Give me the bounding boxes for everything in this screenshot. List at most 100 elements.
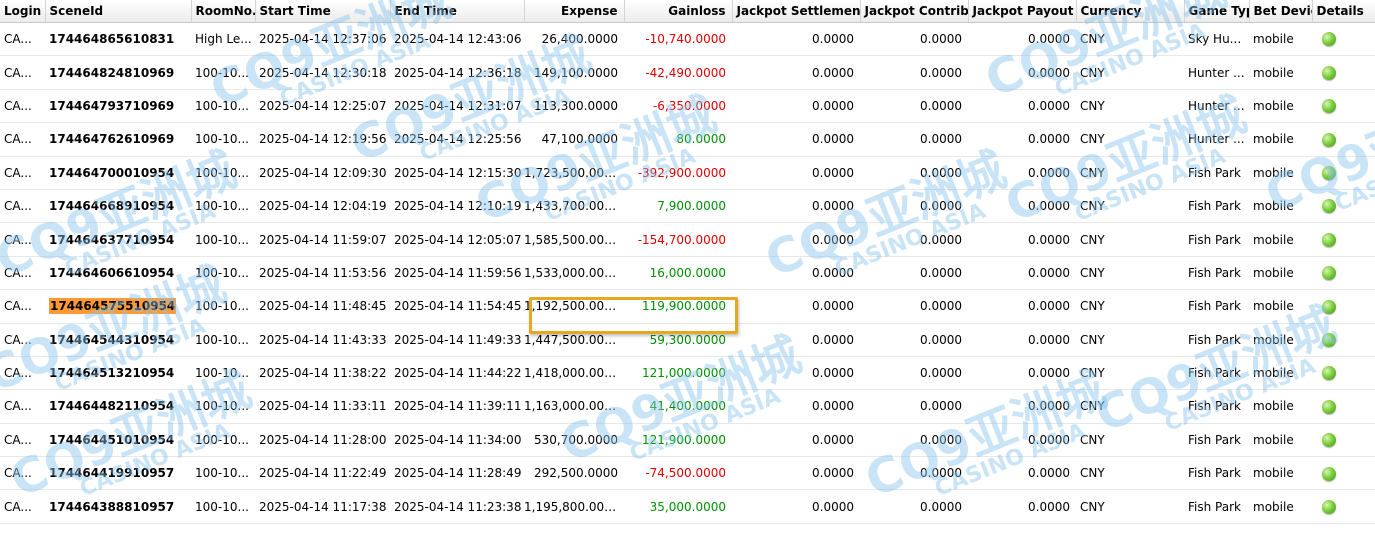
details-icon[interactable] — [1322, 99, 1336, 114]
details-icon[interactable] — [1322, 499, 1336, 514]
expense-cell: 1,447,500.0000 — [524, 323, 624, 357]
column-header-scene-id[interactable]: SceneId — [45, 0, 192, 23]
expense-cell: 26,400.0000 — [524, 22, 624, 57]
details-icon[interactable] — [1322, 199, 1336, 214]
table-row[interactable]: CA... 174464762610969 100-10... 2025-04-14 … — [0, 122, 1375, 157]
details-icon[interactable] — [1322, 232, 1336, 247]
details-icon[interactable] — [1322, 132, 1336, 147]
login-cell: CA... — [0, 423, 45, 458]
table-row[interactable]: CA... 174464824810969 100-10... 2025-04-14 … — [0, 55, 1375, 90]
table-row[interactable]: CA... 174464482110954 100-10... 2025-04-14 … — [0, 389, 1375, 424]
game-type-cell: Hunter ... — [1184, 89, 1249, 124]
details-cell[interactable] — [1312, 456, 1375, 491]
details-icon[interactable] — [1322, 399, 1336, 414]
jackpot-payout-cell: 0.0000 — [968, 389, 1076, 424]
column-header-bet-device[interactable]: Bet Devic — [1249, 0, 1313, 23]
details-icon[interactable] — [1322, 366, 1336, 381]
table-row[interactable]: CA... 174464451010954 100-10... 2025-04-14 … — [0, 423, 1375, 458]
table-row[interactable]: CA... 174464668910954 100-10... 2025-04-14 … — [0, 189, 1375, 224]
column-header-jackpot-contribution[interactable]: Jackpot Contribu — [860, 0, 969, 23]
table-row[interactable]: CA... 174464637710954 100-10... 2025-04-14 … — [0, 222, 1375, 257]
jackpot-settlement-cell: 0.0000 — [732, 323, 860, 357]
details-icon[interactable] — [1322, 466, 1336, 481]
room-no-cell: 100-10... — [191, 323, 255, 357]
currency-cell: CNY — [1076, 156, 1184, 190]
scene-id-cell: 174464700010954 — [45, 156, 191, 190]
table-row[interactable]: CA... 174464700010954 100-10... 2025-04-14 … — [0, 156, 1375, 190]
room-no-cell: 100-10... — [191, 222, 255, 257]
bet-device-cell: mobile — [1249, 156, 1312, 190]
table-row[interactable]: CA... 174464419910957 100-10... 2025-04-14 … — [0, 456, 1375, 491]
bet-device-cell: mobile — [1249, 189, 1312, 224]
jackpot-payout-cell: 0.0000 — [968, 323, 1076, 357]
expense-cell: 1,195,800.0000 — [524, 489, 624, 524]
column-header-jackpot-payout[interactable]: Jackpot Payout — [968, 0, 1077, 23]
gainloss-cell: 121,000.0000 — [624, 356, 732, 391]
table-row[interactable]: CA... 174464865610831 High Le... 2025-04-14… — [0, 22, 1375, 57]
column-header-details[interactable]: Details — [1312, 0, 1375, 23]
details-cell[interactable] — [1312, 256, 1375, 291]
column-header-start-time[interactable]: Start Time — [255, 0, 391, 23]
table-row[interactable]: CA... 174464606610954 100-10... 2025-04-14 … — [0, 256, 1375, 291]
bet-device-cell: mobile — [1249, 456, 1312, 491]
details-cell[interactable] — [1312, 122, 1375, 157]
table-row[interactable]: CA... 174464793710969 100-10... 2025-04-14 … — [0, 89, 1375, 124]
jackpot-settlement-cell: 0.0000 — [732, 356, 860, 391]
jackpot-payout-cell: 0.0000 — [968, 256, 1076, 291]
details-icon[interactable] — [1322, 166, 1336, 180]
jackpot-settlement-cell: 0.0000 — [732, 423, 860, 458]
table-row[interactable]: CA... 174464544310954 100-10... 2025-04-14 … — [0, 323, 1375, 357]
gainloss-cell: 59,300.0000 — [624, 323, 732, 357]
details-cell[interactable] — [1312, 389, 1375, 424]
details-icon[interactable] — [1322, 299, 1336, 314]
expense-cell: 1,585,500.0000 — [524, 222, 624, 257]
start-time-cell: 2025-04-14 11:17:38 — [255, 489, 390, 524]
column-header-expense[interactable]: Expense — [524, 0, 625, 23]
details-icon[interactable] — [1322, 266, 1336, 281]
table-row[interactable]: CA... 174464575510954 100-10... 2025-04-14 … — [0, 289, 1375, 324]
jackpot-contribution-cell: 0.0000 — [860, 356, 968, 391]
details-cell[interactable] — [1312, 222, 1375, 257]
details-icon[interactable] — [1322, 32, 1336, 47]
details-cell[interactable] — [1312, 156, 1375, 190]
column-header-room-no[interactable]: RoomNo... — [191, 0, 256, 23]
jackpot-settlement-cell: 0.0000 — [732, 122, 860, 157]
column-header-jackpot-settlement[interactable]: Jackpot Settlement — [732, 0, 861, 23]
details-cell[interactable] — [1312, 423, 1375, 458]
details-icon[interactable] — [1322, 332, 1336, 347]
details-cell[interactable] — [1312, 189, 1375, 224]
details-cell[interactable] — [1312, 323, 1375, 357]
scene-id-cell: 174464793710969 — [45, 89, 191, 124]
details-cell[interactable] — [1312, 356, 1375, 391]
login-cell: CA... — [0, 89, 45, 124]
jackpot-payout-cell: 0.0000 — [968, 356, 1076, 391]
details-icon[interactable] — [1322, 65, 1336, 80]
details-cell[interactable] — [1312, 489, 1375, 524]
details-cell[interactable] — [1312, 55, 1375, 90]
column-header-gainloss[interactable]: Gainloss — [624, 0, 733, 23]
game-type-cell: Fish Park — [1184, 423, 1249, 458]
gainloss-cell: 35,000.0000 — [624, 489, 732, 524]
details-cell[interactable] — [1312, 89, 1375, 124]
table-row[interactable]: CA... 174464513210954 100-10... 2025-04-14 … — [0, 356, 1375, 391]
jackpot-payout-cell: 0.0000 — [968, 189, 1076, 224]
details-icon[interactable] — [1322, 433, 1336, 448]
column-header-end-time[interactable]: End Time — [390, 0, 525, 23]
login-cell: CA... — [0, 189, 45, 224]
table-row[interactable]: CA... 174464388810957 100-10... 2025-04-14 … — [0, 489, 1375, 524]
jackpot-settlement-cell: 0.0000 — [732, 55, 860, 90]
details-cell[interactable] — [1312, 289, 1375, 324]
expense-cell: 1,192,500.0000 — [524, 289, 624, 324]
currency-cell: CNY — [1076, 222, 1184, 257]
column-header-game-type[interactable]: Game Typ — [1184, 0, 1250, 23]
column-header-currency[interactable]: Currency — [1076, 0, 1185, 23]
start-time-cell: 2025-04-14 12:04:19 — [255, 189, 390, 224]
jackpot-payout-cell: 0.0000 — [968, 122, 1076, 157]
jackpot-contribution-cell: 0.0000 — [860, 323, 968, 357]
gainloss-cell: 121,900.0000 — [624, 423, 732, 458]
room-no-cell: 100-10... — [191, 456, 255, 491]
column-header-login[interactable]: Login — [0, 0, 46, 23]
bet-device-cell: mobile — [1249, 256, 1312, 291]
details-cell[interactable] — [1312, 22, 1375, 57]
login-cell: CA... — [0, 323, 45, 357]
